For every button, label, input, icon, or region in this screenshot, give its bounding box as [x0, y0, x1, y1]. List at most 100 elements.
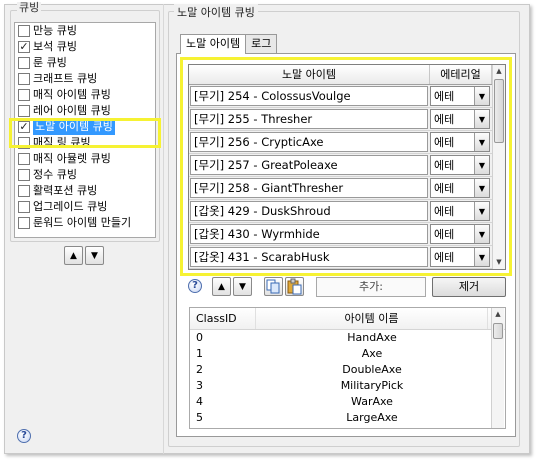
- scroll-thumb[interactable]: [493, 323, 503, 339]
- category-checkbox[interactable]: [18, 185, 30, 197]
- tab-strip: 노말 아이템 로그: [180, 34, 278, 54]
- category-item-selected[interactable]: ✓ 노말 아이템 큐빙: [15, 119, 155, 135]
- category-item[interactable]: 만능 큐빙: [15, 23, 155, 39]
- move-down-button[interactable]: ▼: [233, 277, 252, 296]
- item-class-list[interactable]: ClassID 아이템 이름 0 HandAxe 1 Axe 2 DoubleAxe …: [189, 307, 506, 429]
- category-item[interactable]: 업그레이드 큐빙: [15, 199, 155, 215]
- item-name-cell[interactable]: [갑옷] 429 - DuskShroud: [190, 201, 428, 221]
- item-name-cell[interactable]: [무기] 258 - GiantThresher: [190, 178, 428, 198]
- category-item[interactable]: 활력포션 큐빙: [15, 183, 155, 199]
- ethereal-value: 에테: [434, 159, 455, 172]
- move-up-button[interactable]: ▲: [212, 277, 231, 296]
- category-checkbox[interactable]: [18, 57, 30, 69]
- category-checkbox[interactable]: [18, 73, 30, 85]
- item-name-cell[interactable]: [무기] 257 - GreatPoleaxe: [190, 155, 428, 175]
- help-icon[interactable]: ?: [17, 429, 31, 443]
- list-scrollbar[interactable]: ▲: [491, 308, 504, 428]
- category-item[interactable]: 룬워드 아이템 만들기: [15, 215, 155, 231]
- category-item[interactable]: 레어 아이템 큐빙: [15, 103, 155, 119]
- remove-button[interactable]: 제거: [432, 277, 506, 297]
- dropdown-arrow-icon[interactable]: ▼: [474, 133, 489, 151]
- list-item[interactable]: 0 HandAxe: [190, 330, 505, 346]
- panel-splitter[interactable]: [163, 4, 164, 454]
- list-item[interactable]: 5 LargeAxe: [190, 410, 505, 426]
- item-name-cell[interactable]: [갑옷] 430 - Wyrmhide: [190, 224, 428, 244]
- copy-button[interactable]: [264, 277, 283, 296]
- category-item[interactable]: 크래프트 큐빙: [15, 71, 155, 87]
- list-item-name: MilitaryPick: [340, 379, 404, 392]
- scroll-up-icon[interactable]: ▲: [493, 65, 505, 78]
- grid-row: [갑옷] 431 - ScarabHusk 에테 ▼: [189, 246, 505, 269]
- dropdown-arrow-icon[interactable]: ▼: [474, 202, 489, 220]
- scroll-up-icon[interactable]: ▲: [492, 308, 504, 321]
- category-checkbox[interactable]: [18, 105, 30, 117]
- dropdown-arrow-icon[interactable]: ▼: [474, 87, 489, 105]
- category-checkbox[interactable]: [18, 89, 30, 101]
- dropdown-arrow-icon[interactable]: ▼: [474, 110, 489, 128]
- grid-row: [무기] 254 - ColossusVoulge 에테 ▼: [189, 85, 505, 108]
- paste-icon: [287, 278, 302, 295]
- grid-row: [무기] 256 - CrypticAxe 에테 ▼: [189, 131, 505, 154]
- item-name-cell[interactable]: [갑옷] 431 - ScarabHusk: [190, 247, 428, 267]
- paste-button[interactable]: [285, 277, 304, 296]
- cubing-category-list[interactable]: 만능 큐빙 ✓ 보석 큐빙 룬 큐빙 크래프트 큐빙 매직 아이템 큐빙 레어 아…: [14, 22, 156, 238]
- ethereal-combo[interactable]: 에테 ▼: [430, 109, 490, 129]
- category-item[interactable]: ✓ 보석 큐빙: [15, 39, 155, 55]
- list-item[interactable]: 3 MilitaryPick: [190, 378, 505, 394]
- ethereal-combo[interactable]: 에테 ▼: [430, 178, 490, 198]
- list-item-name: HandAxe: [347, 331, 397, 344]
- list-header: ClassID 아이템 이름: [190, 308, 505, 330]
- list-item[interactable]: 1 Axe: [190, 346, 505, 362]
- list-item[interactable]: 2 DoubleAxe: [190, 362, 505, 378]
- dropdown-arrow-icon[interactable]: ▼: [474, 225, 489, 243]
- dropdown-arrow-icon[interactable]: ▼: [474, 179, 489, 197]
- category-item[interactable]: 룬 큐빙: [15, 55, 155, 71]
- ethereal-value: 에테: [434, 182, 455, 195]
- ethereal-value: 에테: [434, 90, 455, 103]
- ethereal-combo[interactable]: 에테 ▼: [430, 155, 490, 175]
- grid-row: [갑옷] 430 - Wyrmhide 에테 ▼: [189, 223, 505, 246]
- ethereal-combo[interactable]: 에테 ▼: [430, 201, 490, 221]
- help-icon[interactable]: ?: [188, 279, 202, 293]
- ethereal-value: 에테: [434, 136, 455, 149]
- category-item[interactable]: 매직 아이템 큐빙: [15, 87, 155, 103]
- ethereal-combo[interactable]: 에테 ▼: [430, 132, 490, 152]
- category-item[interactable]: 정수 큐빙: [15, 167, 155, 183]
- item-name-cell[interactable]: [무기] 256 - CrypticAxe: [190, 132, 428, 152]
- item-name-cell[interactable]: [무기] 254 - ColossusVoulge: [190, 86, 428, 106]
- list-item-name: Axe: [361, 347, 383, 360]
- grid-header-ethereal[interactable]: 에테리얼: [430, 65, 492, 84]
- category-checkbox[interactable]: [18, 201, 30, 213]
- normal-item-grid: 노말 아이템 에테리얼 [무기] 254 - ColossusVoulge 에테…: [188, 64, 506, 270]
- category-checkbox[interactable]: ✓: [18, 41, 30, 53]
- category-item[interactable]: 매직 아뮬렛 큐빙: [15, 151, 155, 167]
- list-header-classid[interactable]: ClassID: [190, 308, 256, 329]
- tab-normal-item[interactable]: 노말 아이템: [180, 34, 247, 54]
- category-checkbox[interactable]: ✓: [18, 121, 30, 133]
- category-item[interactable]: 매직 링 큐빙: [15, 135, 155, 151]
- category-checkbox[interactable]: [18, 217, 30, 229]
- category-checkbox[interactable]: [18, 153, 30, 165]
- move-up-button[interactable]: ▲: [64, 246, 83, 265]
- category-checkbox[interactable]: [18, 25, 30, 37]
- add-item-field[interactable]: 추가:: [316, 277, 426, 297]
- ethereal-combo[interactable]: 에테 ▼: [430, 86, 490, 106]
- ethereal-combo[interactable]: 에테 ▼: [430, 224, 490, 244]
- ethereal-value: 에테: [434, 113, 455, 126]
- scroll-thumb[interactable]: [494, 79, 504, 143]
- item-name-cell[interactable]: [무기] 255 - Thresher: [190, 109, 428, 129]
- category-checkbox[interactable]: [18, 169, 30, 181]
- list-header-item-name[interactable]: 아이템 이름: [256, 308, 488, 329]
- tab-log[interactable]: 로그: [245, 34, 278, 53]
- grid-header-item[interactable]: 노말 아이템: [189, 65, 430, 84]
- list-item[interactable]: 4 WarAxe: [190, 394, 505, 410]
- ethereal-combo[interactable]: 에테 ▼: [430, 247, 490, 267]
- move-down-button[interactable]: ▼: [85, 246, 104, 265]
- grid-scrollbar[interactable]: ▲ ▼: [492, 65, 505, 269]
- right-group-caption: 노말 아이템 큐빙: [174, 4, 258, 20]
- category-order-buttons: ▲ ▼: [64, 246, 104, 265]
- dropdown-arrow-icon[interactable]: ▼: [474, 156, 489, 174]
- scroll-down-icon[interactable]: ▼: [493, 256, 505, 269]
- category-checkbox[interactable]: [18, 137, 30, 149]
- dropdown-arrow-icon[interactable]: ▼: [474, 248, 489, 266]
